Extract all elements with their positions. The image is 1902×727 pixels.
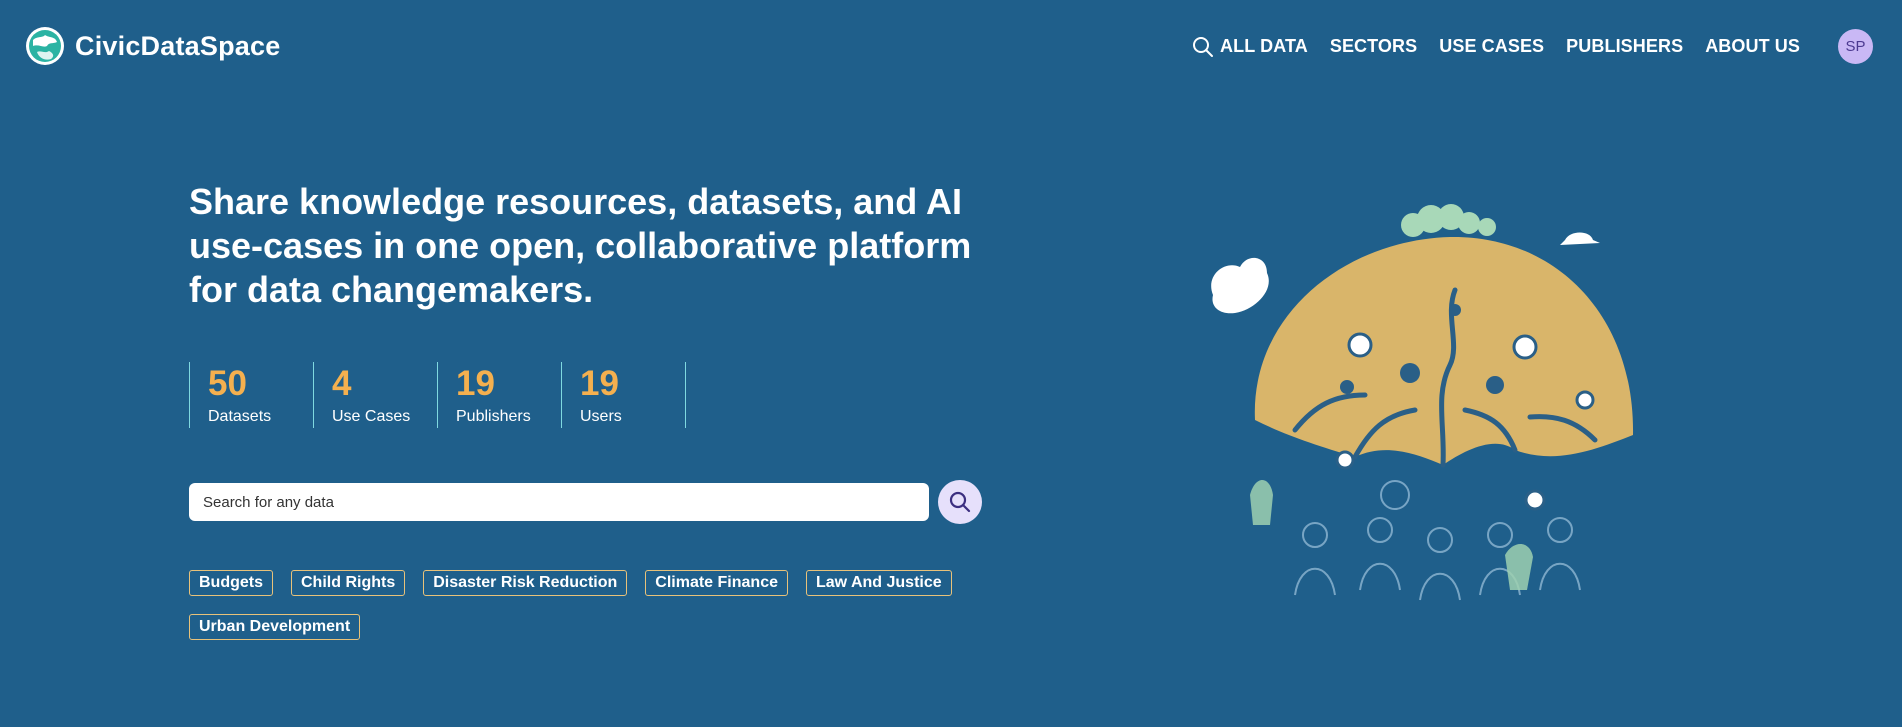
stat-label: Users bbox=[580, 408, 622, 425]
user-avatar[interactable]: SP bbox=[1838, 29, 1873, 64]
stat-label: Use Cases bbox=[332, 408, 411, 425]
search-input[interactable] bbox=[189, 483, 929, 521]
search-icon bbox=[949, 491, 971, 513]
stat-use-cases: 4 Use Cases bbox=[313, 362, 437, 428]
hat-decoration bbox=[1560, 232, 1600, 245]
stat-datasets: 50 Datasets bbox=[189, 362, 313, 428]
site-header: CivicDataSpace ALL DATA SECTORS USE CASE… bbox=[0, 0, 1902, 94]
nav-publishers[interactable]: PUBLISHERS bbox=[1566, 36, 1683, 57]
tag-urban-development[interactable]: Urban Development bbox=[189, 614, 361, 640]
tag-law-and-justice[interactable]: Law And Justice bbox=[805, 570, 952, 596]
stat-value: 19 bbox=[456, 364, 495, 403]
tag-disaster-risk-reduction[interactable]: Disaster Risk Reduction bbox=[423, 570, 628, 596]
tag-child-rights[interactable]: Child Rights bbox=[291, 570, 406, 596]
brand-logo[interactable]: CivicDataSpace bbox=[25, 26, 280, 66]
hero-headline: Share knowledge resources, datasets, and… bbox=[189, 181, 972, 310]
search-icon[interactable] bbox=[1190, 34, 1216, 60]
stat-publishers: 19 Publishers bbox=[437, 362, 561, 428]
tag-budgets[interactable]: Budgets bbox=[189, 570, 273, 596]
stat-users: 19 Users bbox=[561, 362, 685, 428]
stats-row: 50 Datasets 4 Use Cases 19 Publishers 19… bbox=[189, 362, 687, 428]
search-button[interactable] bbox=[938, 480, 982, 524]
trees-decoration bbox=[1401, 204, 1496, 237]
stat-divider bbox=[685, 362, 687, 428]
tag-climate-finance[interactable]: Climate Finance bbox=[645, 570, 788, 596]
nav-links: ALL DATA SECTORS USE CASES PUBLISHERS AB… bbox=[1220, 36, 1800, 57]
search-bar bbox=[189, 480, 982, 524]
cloud-decoration bbox=[1211, 257, 1269, 314]
stat-value: 4 bbox=[332, 364, 352, 403]
nav-about-us[interactable]: ABOUT US bbox=[1705, 36, 1800, 57]
nav-all-data[interactable]: ALL DATA bbox=[1220, 36, 1308, 57]
stat-value: 50 bbox=[208, 364, 247, 403]
hero-illustration bbox=[1211, 204, 1634, 601]
nav-use-cases[interactable]: USE CASES bbox=[1439, 36, 1544, 57]
globe-logo-icon bbox=[26, 27, 64, 65]
stat-label: Publishers bbox=[456, 408, 531, 425]
sector-tags: Budgets Child Rights Disaster Risk Reduc… bbox=[189, 570, 1009, 640]
brand-name: CivicDataSpace bbox=[75, 30, 281, 61]
nav-sectors[interactable]: SECTORS bbox=[1330, 36, 1417, 57]
stat-value: 19 bbox=[580, 364, 619, 403]
stat-label: Datasets bbox=[208, 408, 272, 425]
